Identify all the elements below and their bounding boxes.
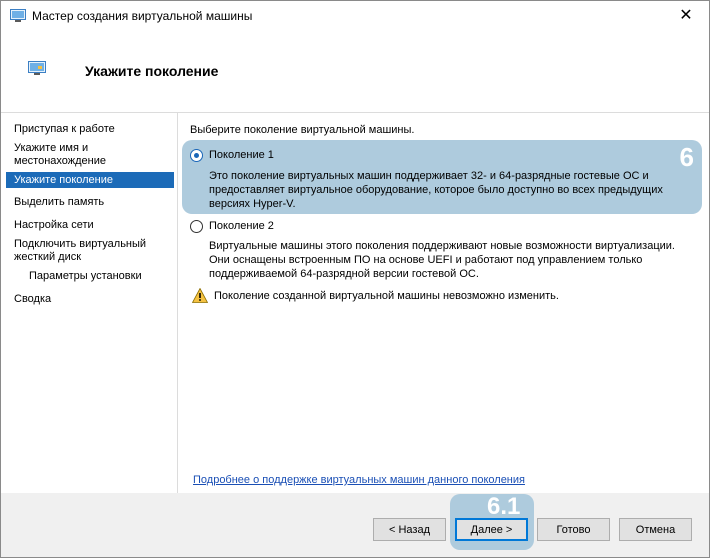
sidebar-item-name-location[interactable]: Укажите имя и местонахождение bbox=[14, 142, 134, 168]
back-button[interactable]: < Назад bbox=[373, 518, 446, 541]
sidebar-item-label: Параметры установки bbox=[29, 270, 142, 282]
generation-2-radio[interactable] bbox=[190, 220, 203, 233]
sidebar-item-network[interactable]: Настройка сети bbox=[14, 219, 164, 232]
generation-1-label[interactable]: Поколение 1 bbox=[209, 149, 274, 161]
wizard-header: Укажите поколение bbox=[1, 31, 709, 113]
step-number-badge: 6.1 bbox=[487, 493, 521, 520]
generation-help-link[interactable]: Подробнее о поддержке виртуальных машин … bbox=[193, 474, 525, 486]
generation-2-label[interactable]: Поколение 2 bbox=[209, 220, 274, 232]
sidebar-item-virtual-disk[interactable]: Подключить виртуальный жесткий диск bbox=[14, 238, 159, 264]
page-title: Укажите поколение bbox=[85, 63, 219, 79]
sidebar-item-generation[interactable]: Укажите поколение bbox=[6, 172, 174, 188]
title-bar: Мастер создания виртуальной машины ✕ bbox=[1, 1, 709, 31]
sidebar-item-getting-started[interactable]: Приступая к работе bbox=[14, 123, 164, 136]
generation-2-description: Виртуальные машины этого поколения подде… bbox=[209, 240, 675, 280]
close-button[interactable]: ✕ bbox=[663, 1, 709, 31]
cancel-button[interactable]: Отмена bbox=[619, 518, 692, 541]
sidebar-item-label: Выделить память bbox=[14, 196, 105, 208]
sidebar-item-label: Укажите поколение bbox=[14, 174, 114, 186]
next-button[interactable]: Далее > bbox=[455, 518, 528, 541]
close-icon: ✕ bbox=[679, 7, 693, 24]
finish-button[interactable]: Готово bbox=[537, 518, 610, 541]
window-title: Мастер создания виртуальной машины bbox=[32, 9, 253, 23]
wizard-content: Выберите поколение виртуальной машины. 6… bbox=[178, 113, 709, 493]
window-app-icon bbox=[10, 9, 26, 22]
sidebar-item-install-options[interactable]: Параметры установки bbox=[29, 270, 179, 283]
generation-prompt: Выберите поколение виртуальной машины. bbox=[190, 124, 415, 136]
sidebar-item-label: Подключить виртуальный жесткий диск bbox=[14, 238, 147, 263]
generation-1-description: Это поколение виртуальных машин поддержи… bbox=[209, 170, 663, 210]
sidebar-item-label: Укажите имя и местонахождение bbox=[14, 142, 107, 167]
wizard-steps-sidebar: Приступая к работе Укажите имя и местона… bbox=[1, 113, 178, 493]
sidebar-item-memory[interactable]: Выделить память bbox=[14, 196, 164, 209]
wizard-window: Мастер создания виртуальной машины ✕ Ука… bbox=[0, 0, 710, 558]
wizard-header-icon bbox=[28, 61, 46, 75]
sidebar-item-label: Настройка сети bbox=[14, 219, 94, 231]
radio-selected-dot bbox=[194, 153, 199, 158]
generation-1-radio[interactable] bbox=[190, 149, 203, 162]
sidebar-item-summary[interactable]: Сводка bbox=[14, 293, 164, 306]
sidebar-item-label: Приступая к работе bbox=[14, 123, 115, 135]
warning-text: Поколение созданной виртуальной машины н… bbox=[214, 290, 559, 302]
sidebar-item-label: Сводка bbox=[14, 293, 52, 305]
warning-icon bbox=[192, 288, 208, 303]
